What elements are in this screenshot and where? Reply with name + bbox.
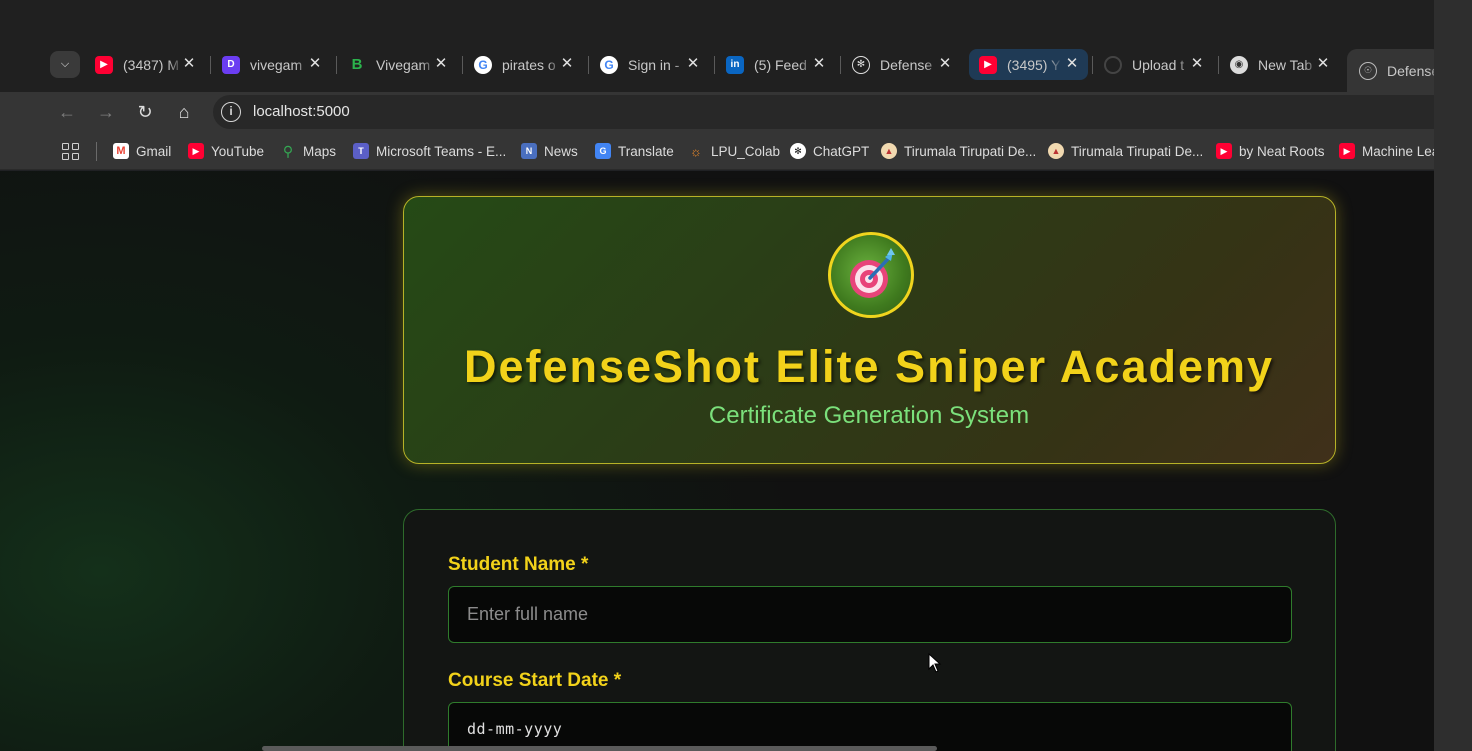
tab-google-1[interactable]: G pirates o ✕ (474, 49, 575, 80)
bookmark-maps[interactable]: ⚲ Maps (280, 141, 336, 161)
bookmark-machine-learning[interactable]: ▶ Machine Lea (1339, 141, 1434, 161)
window-edge (1434, 0, 1472, 751)
tab-google-2[interactable]: G Sign in - ✕ (600, 49, 701, 80)
loading-icon (1104, 55, 1122, 74)
home-icon: ⌂ (178, 101, 190, 122)
course-start-date-input[interactable]: dd-mm-yyyy (448, 702, 1292, 751)
chevron-down-icon: ⌵ (60, 58, 70, 70)
bookmarks-bar: M Gmail ▶ YouTube ⚲ Maps T Microsoft Tea… (0, 132, 1434, 170)
date-placeholder: dd-mm-yyyy (467, 720, 563, 738)
linkedin-icon: in (726, 55, 744, 74)
tab-defense-1[interactable]: ✻ Defense ✕ (852, 49, 953, 80)
browser-toolbar: ← → ↻ ⌂ i localhost:5000 (0, 92, 1434, 132)
mouse-cursor-icon (928, 653, 942, 673)
bookmark-tirumala-2[interactable]: ▲ Tirumala Tirupati De... (1048, 141, 1203, 161)
tab-strip: ⌵ ▶ (3487) M ✕ D vivegam ✕ B Vivegam ✕ G… (0, 0, 1434, 92)
tab-vivegam-1[interactable]: D vivegam ✕ (222, 49, 323, 80)
back-button[interactable]: ← (53, 98, 81, 126)
bookmark-news[interactable]: N News (521, 141, 578, 161)
close-icon[interactable]: ✕ (1189, 56, 1205, 72)
certificate-form: Student Name * Course Start Date * dd-mm… (403, 509, 1336, 751)
tab-search-button[interactable]: ⌵ (50, 51, 80, 78)
temple-icon: ▲ (1048, 143, 1064, 159)
bookmark-teams[interactable]: T Microsoft Teams - E... (353, 141, 506, 161)
youtube-icon: ▶ (188, 143, 204, 159)
google-icon: G (600, 55, 618, 74)
maps-icon: ⚲ (282, 142, 294, 159)
temple-icon: ▲ (881, 143, 897, 159)
page-title: DefenseShot Elite Sniper Academy (463, 341, 1275, 392)
close-icon[interactable]: ✕ (1064, 56, 1080, 72)
chrome-icon: ◉ (1230, 55, 1248, 74)
close-icon[interactable]: ✕ (181, 56, 197, 72)
bookmark-tirumala-1[interactable]: ▲ Tirumala Tirupati De... (881, 141, 1036, 161)
close-icon[interactable]: ✕ (1315, 56, 1331, 72)
news-icon: N (521, 143, 537, 159)
tab-defense-active[interactable]: ☉ Defense (1347, 49, 1434, 92)
youtube-icon: ▶ (979, 55, 997, 74)
youtube-icon: ▶ (1216, 143, 1232, 159)
url-text[interactable]: localhost:5000 (253, 103, 350, 120)
tab-youtube-2[interactable]: ▶ (3495) Y ✕ (969, 49, 1088, 80)
colab-icon: ☼ (690, 143, 702, 159)
target-dart-icon (828, 232, 914, 318)
info-icon[interactable]: i (221, 102, 241, 122)
tab-youtube-1[interactable]: ▶ (3487) M ✕ (95, 49, 197, 80)
bookmark-gmail[interactable]: M Gmail (113, 141, 171, 161)
translate-icon: G (595, 143, 611, 159)
tab-linkedin[interactable]: in (5) Feed ✕ (726, 49, 827, 80)
arrow-right-icon: → (97, 101, 115, 122)
page-subtitle: Certificate Generation System (708, 402, 1030, 429)
arrow-left-icon: ← (58, 101, 76, 122)
student-name-input[interactable] (449, 587, 1291, 642)
reload-button[interactable]: ↻ (131, 98, 159, 126)
student-name-label: Student Name * (448, 554, 589, 575)
youtube-icon: ▶ (95, 55, 113, 74)
teams-icon: T (353, 143, 369, 159)
chatgpt-icon: ✻ (852, 55, 870, 74)
app-icon: D (222, 55, 240, 74)
student-name-field-box (448, 586, 1292, 643)
bookmark-neat-roots[interactable]: ▶ by Neat Roots (1216, 141, 1325, 161)
app-icon: B (351, 56, 363, 73)
chatgpt-icon: ✻ (790, 143, 806, 159)
youtube-icon: ▶ (1339, 143, 1355, 159)
globe-icon: ☉ (1359, 61, 1377, 80)
page-content: DefenseShot Elite Sniper Academy Certifi… (0, 171, 1434, 751)
course-start-date-label: Course Start Date * (448, 670, 622, 691)
bookmark-chatgpt[interactable]: ✻ ChatGPT (790, 141, 869, 161)
bookmark-youtube[interactable]: ▶ YouTube (188, 141, 264, 161)
reload-icon: ↻ (137, 101, 153, 122)
close-icon[interactable]: ✕ (433, 56, 449, 72)
tab-upload[interactable]: Upload t ✕ (1104, 49, 1205, 80)
header-card: DefenseShot Elite Sniper Academy Certifi… (403, 196, 1336, 464)
tab-vivegam-2[interactable]: B Vivegam ✕ (348, 49, 449, 80)
bookmark-lpu-colab[interactable]: ☼ LPU_Colab (688, 141, 780, 161)
forward-button[interactable]: → (92, 98, 120, 126)
close-icon[interactable]: ✕ (937, 56, 953, 72)
close-icon[interactable]: ✕ (307, 56, 323, 72)
close-icon[interactable]: ✕ (559, 56, 575, 72)
tab-new-tab[interactable]: ◉ New Tab ✕ (1230, 49, 1331, 80)
home-button[interactable]: ⌂ (170, 98, 198, 126)
gmail-icon: M (113, 143, 129, 159)
apps-grid-icon[interactable] (62, 143, 79, 160)
google-icon: G (474, 55, 492, 74)
bookmark-translate[interactable]: G Translate (595, 141, 674, 161)
horizontal-scrollbar[interactable] (262, 746, 937, 751)
close-icon[interactable]: ✕ (811, 56, 827, 72)
address-bar[interactable]: i localhost:5000 (213, 95, 1434, 129)
close-icon[interactable]: ✕ (685, 56, 701, 72)
browser-window: ⌵ ▶ (3487) M ✕ D vivegam ✕ B Vivegam ✕ G… (0, 0, 1434, 751)
